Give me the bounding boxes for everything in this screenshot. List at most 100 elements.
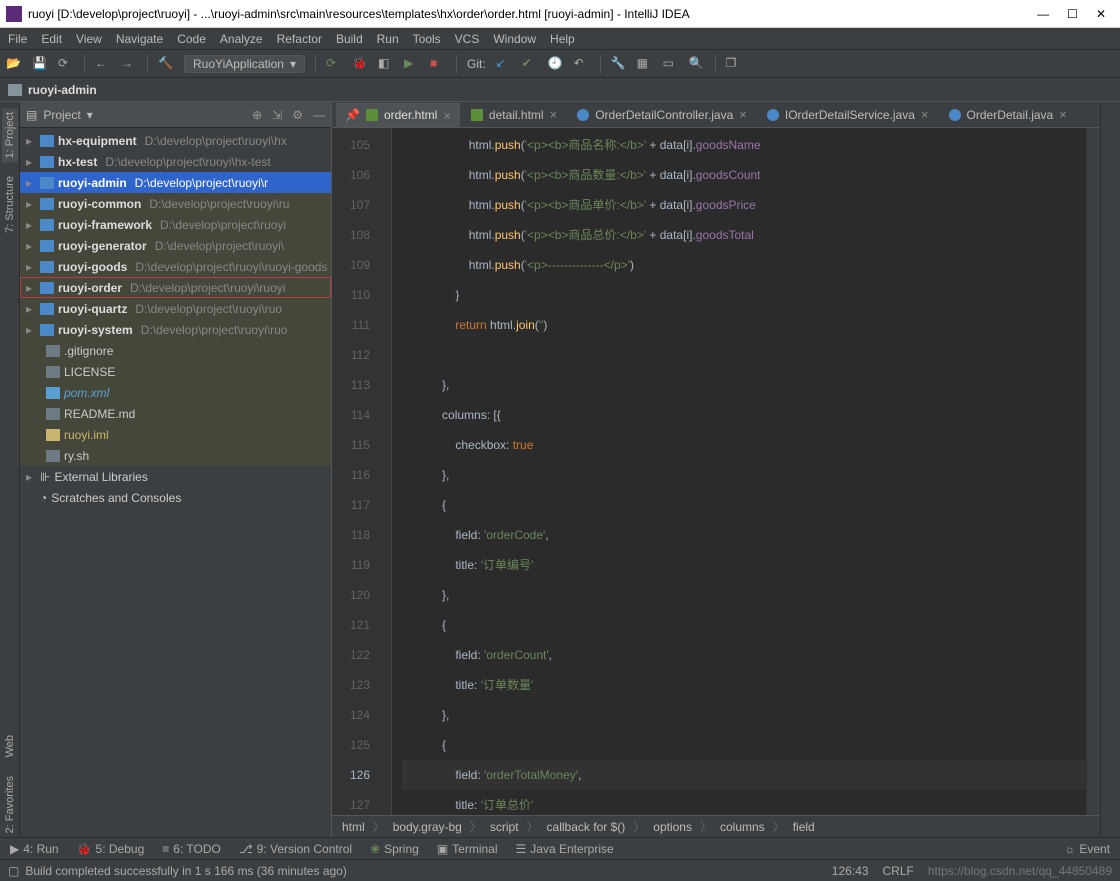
tree-item-ruoyi-order[interactable]: ▸ruoyi-orderD:\develop\project\ruoyi\ruo… [20,277,331,298]
tool-terminal[interactable]: ▣Terminal [437,842,498,856]
tool-tab-favorites[interactable]: 2: Favorites [2,772,18,837]
tree-item-rysh[interactable]: ry.sh [20,445,331,466]
tree-item-ruoyi-quartz[interactable]: ▸ruoyi-quartzD:\develop\project\ruoyi\ru… [20,298,331,319]
tab-service-java[interactable]: IOrderDetailService.java× [758,103,938,127]
run-icon[interactable]: ⟳ [326,56,342,72]
vertical-scrollbar[interactable] [1086,128,1100,815]
menu-code[interactable]: Code [177,32,206,46]
tree-item-license[interactable]: LICENSE [20,361,331,382]
tree-item-hx-equipment[interactable]: ▸hx-equipmentD:\develop\project\ruoyi\hx [20,130,331,151]
status-icon[interactable]: ▢ [8,864,19,878]
tree-item-gitignore[interactable]: .gitignore [20,340,331,361]
fold-gutter[interactable] [376,128,392,815]
tool-tab-web[interactable]: Web [2,731,18,761]
close-button[interactable]: ✕ [1096,7,1106,21]
tree-item-external-libs[interactable]: ▸⊪External Libraries [20,466,331,487]
tree-item-readme[interactable]: README.md [20,403,331,424]
tool-debug[interactable]: 🐞5: Debug [77,842,145,856]
tree-item-scratches[interactable]: ◔Scratches and Consoles [20,487,331,508]
tab-order-html[interactable]: 📌 order.html × [336,103,460,127]
tool-run[interactable]: ▶4: Run [10,842,59,856]
cursor-position[interactable]: 126:43 [832,864,869,878]
close-icon[interactable]: × [443,108,451,123]
tab-controller-java[interactable]: OrderDetailController.java× [568,103,756,127]
menu-view[interactable]: View [76,32,102,46]
hammer-icon[interactable]: 🔨 [158,56,174,72]
git-commit-icon[interactable]: ✔ [522,56,538,72]
breadcrumb[interactable]: callback for $() [547,820,626,834]
menu-refactor[interactable]: Refactor [277,32,322,46]
menu-run[interactable]: Run [377,32,399,46]
code-content[interactable]: html.push('<p><b>商品名称:</b>' + data[i].go… [392,128,1086,815]
more-icon[interactable]: ❐ [726,56,742,72]
line-gutter[interactable]: 1051061071081091101111121131141151161171… [332,128,376,815]
breadcrumb[interactable]: script [490,820,519,834]
tree-item-ruoyi-admin[interactable]: ▸ruoyi-adminD:\develop\project\ruoyi\r [20,172,331,193]
tool-java-ee[interactable]: ☰Java Enterprise [516,842,614,856]
expand-icon[interactable]: ⇲ [272,108,282,122]
tool-vcs[interactable]: ⎇9: Version Control [239,842,352,856]
gear-icon[interactable]: ⚙ [292,108,303,122]
breadcrumb[interactable]: field [793,820,815,834]
tree-item-ruoyi-goods[interactable]: ▸ruoyi-goodsD:\develop\project\ruoyi\ruo… [20,256,331,277]
tree-item-ruoyi-generator[interactable]: ▸ruoyi-generatorD:\develop\project\ruoyi… [20,235,331,256]
sync-icon[interactable]: ⟳ [58,56,74,72]
menu-file[interactable]: File [8,32,27,46]
tab-detail-html[interactable]: detail.html× [462,103,566,127]
target-icon[interactable]: ⊕ [252,108,262,122]
tree-item-pom[interactable]: pom.xml [20,382,331,403]
project-tree[interactable]: ▸hx-equipmentD:\develop\project\ruoyi\hx… [20,128,331,837]
chevron-down-icon[interactable]: ▾ [87,108,93,122]
git-history-icon[interactable]: 🕘 [548,56,564,72]
menu-edit[interactable]: Edit [41,32,62,46]
menu-help[interactable]: Help [550,32,575,46]
close-icon[interactable]: × [550,107,558,122]
project-structure-icon[interactable]: ▦ [637,56,653,72]
line-separator[interactable]: CRLF [883,864,914,878]
menu-vcs[interactable]: VCS [455,32,480,46]
play-icon[interactable]: ▶ [404,56,420,72]
project-panel-title[interactable]: Project [43,108,80,122]
tool-tab-project[interactable]: 1: Project [2,108,18,162]
hide-icon[interactable]: — [313,108,325,122]
open-icon[interactable]: 📂 [6,56,22,72]
tree-item-iml[interactable]: ruoyi.iml [20,424,331,445]
run-config-selector[interactable]: RuoYiApplication ▾ [184,55,305,73]
tool-event-log[interactable]: ☼Event [1064,842,1110,856]
debug-icon[interactable]: 🐞 [352,56,368,72]
menu-analyze[interactable]: Analyze [220,32,263,46]
git-revert-icon[interactable]: ↶ [574,56,590,72]
tool-todo[interactable]: ≡6: TODO [162,842,221,856]
menu-tools[interactable]: Tools [413,32,441,46]
sdk-icon[interactable]: ▭ [663,56,679,72]
stop-icon[interactable]: ■ [430,56,446,72]
git-update-icon[interactable]: ↙ [496,56,512,72]
minimize-button[interactable]: — [1037,7,1049,21]
settings-icon[interactable]: 🔧 [611,56,627,72]
close-icon[interactable]: × [739,107,747,122]
close-icon[interactable]: × [921,107,929,122]
search-icon[interactable]: 🔍 [689,56,705,72]
breadcrumb-bar[interactable]: html〉 body.gray-bg〉 script〉 callback for… [332,815,1100,837]
breadcrumb[interactable]: options [653,820,692,834]
code-area[interactable]: 1051061071081091101111121131141151161171… [332,128,1100,815]
close-icon[interactable]: × [1059,107,1067,122]
tool-tab-structure[interactable]: 7: Structure [2,172,18,237]
tool-spring[interactable]: ❀Spring [370,842,419,856]
tree-item-hx-test[interactable]: ▸hx-testD:\develop\project\ruoyi\hx-test [20,151,331,172]
maximize-button[interactable]: ☐ [1067,7,1078,21]
tree-item-ruoyi-framework[interactable]: ▸ruoyi-frameworkD:\develop\project\ruoyi [20,214,331,235]
tree-item-ruoyi-common[interactable]: ▸ruoyi-commonD:\develop\project\ruoyi\ru [20,193,331,214]
tree-item-ruoyi-system[interactable]: ▸ruoyi-systemD:\develop\project\ruoyi\ru… [20,319,331,340]
coverage-icon[interactable]: ◧ [378,56,394,72]
menu-build[interactable]: Build [336,32,363,46]
save-icon[interactable]: 💾 [32,56,48,72]
breadcrumb[interactable]: html [342,820,365,834]
tab-orderdetail-java[interactable]: OrderDetail.java× [940,103,1076,127]
menu-navigate[interactable]: Navigate [116,32,163,46]
breadcrumb[interactable]: body.gray-bg [393,820,462,834]
breadcrumb[interactable]: columns [720,820,765,834]
navigation-bar[interactable]: ruoyi-admin [0,78,1120,102]
forward-icon[interactable]: → [121,56,137,72]
back-icon[interactable]: ← [95,56,111,72]
